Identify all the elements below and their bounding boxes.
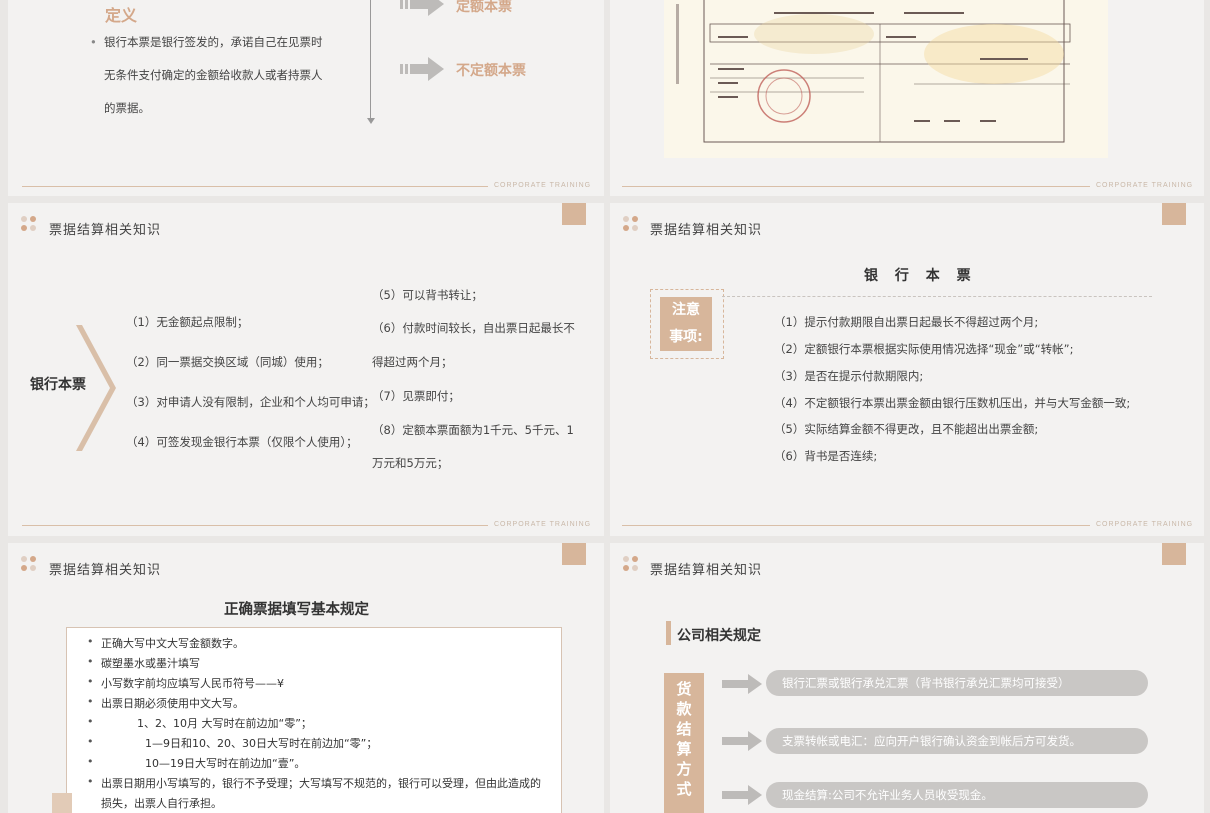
type-variable-amount: 不定额本票 (456, 63, 526, 79)
feature-item: （5）可以背书转让； (372, 288, 483, 302)
note-label-line: 注意 (672, 302, 700, 318)
section-header: 票据结算相关知识 (49, 563, 162, 578)
label-char: 结 (676, 720, 692, 738)
header-dots-icon (623, 556, 647, 576)
slide-bank-draft-features: 票据结算相关知识 银行本票 （1）无金额起点限制； （2）同一票据交换区域（同城… (8, 203, 604, 536)
rules-box: • 正确大写中文大写金额数字。 • 碳塑墨水或墨汁填写 • 小写数字前均应填写人民币符… (66, 627, 562, 813)
feature-item: （3）对申请人没有限制，企业和个人均可申请； (126, 395, 375, 409)
corner-square (1162, 203, 1186, 225)
timeline-line (370, 0, 371, 122)
definition-line: 银行本票是银行签发的，承诺自己在见票时 (104, 35, 323, 49)
footer-text: CORPORATE TRAINING (494, 182, 592, 189)
feature-item: 得超过两个月； (372, 355, 453, 369)
decorative-square (52, 793, 72, 813)
slide-title: 公司相关规定 (677, 628, 761, 644)
slide-definition: 定义 • 银行本票是银行签发的，承诺自己在见票时 无条件支付确定的金额给收款人或… (8, 0, 604, 196)
slide-bank-draft-notes: 票据结算相关知识 银 行 本 票 注意 事项: （1）提示付款期限自出票日起最长… (610, 203, 1204, 536)
slide-title: 正确票据填写基本规定 (224, 602, 369, 618)
note-item: （1）提示付款期限自出票日起最长不得超过两个月; (774, 315, 1039, 329)
arrow-right-icon (400, 57, 444, 81)
arrow-right-icon (722, 731, 762, 751)
footer-line (22, 525, 488, 526)
feature-item: （7）见票即付； (372, 389, 460, 403)
type-fixed-amount: 定额本票 (456, 0, 512, 15)
footer-line (22, 186, 488, 187)
payment-methods-label: 货 款 结 算 方 式 (664, 673, 704, 813)
bullet: • (90, 35, 97, 49)
footer-line (622, 525, 1090, 526)
note-item: （3）是否在提示付款期限内; (774, 369, 924, 383)
dashed-divider (722, 296, 1152, 297)
slide-cheque-image: CORPORATE TRAINING (610, 0, 1204, 196)
definition-text: • 银行本票是银行签发的，承诺自己在见票时 无条件支付确定的金额给收款人或者持票… (90, 26, 340, 125)
note-label-line: 事项: (669, 329, 703, 345)
header-dots-icon (21, 216, 45, 236)
feature-item: （2）同一票据交换区域（同城）使用； (126, 355, 329, 369)
section-header: 票据结算相关知识 (49, 223, 162, 238)
header-dots-icon (623, 216, 647, 236)
label-char: 款 (676, 700, 692, 718)
corner-square (562, 543, 586, 565)
slide-company-rules: 票据结算相关知识 公司相关规定 货 款 结 算 方 式 银行汇票或银行承兑汇票（… (610, 543, 1204, 813)
header-dots-icon (21, 556, 45, 576)
slide-filling-rules: 票据结算相关知识 正确票据填写基本规定 • 正确大写中文大写金额数字。 • 碳塑墨水… (8, 543, 604, 813)
section-header: 票据结算相关知识 (650, 563, 763, 578)
corner-square (562, 203, 586, 225)
timeline-arrow-icon (367, 118, 375, 124)
note-label: 注意 事项: (660, 297, 712, 351)
label-char: 式 (676, 780, 692, 798)
footer-text: CORPORATE TRAINING (494, 521, 592, 528)
feature-item: （1）无金额起点限制； (126, 315, 249, 329)
payment-rule-pill: 支票转帐或电汇：应向开户银行确认资金到帐后方可发货。 (766, 728, 1148, 754)
definition-line: 的票据。 (104, 101, 150, 115)
title-accent-bar (666, 621, 671, 645)
note-item: （2）定额银行本票根据实际使用情况选择“现金”或“转帐”; (774, 342, 1074, 356)
payment-rule-pill: 现金结算:公司不允许业务人员收受现金。 (766, 782, 1148, 808)
bank-draft-label: 银行本票 (30, 377, 86, 393)
feature-item: （4）可签发现金银行本票（仅限个人使用）； (126, 435, 358, 449)
label-char: 算 (676, 740, 692, 758)
feature-item: （6）付款时间较长，自出票日起最长不 (372, 321, 575, 335)
footer-text: CORPORATE TRAINING (1096, 182, 1194, 189)
footer-text: CORPORATE TRAINING (1096, 521, 1194, 528)
arrow-right-icon (400, 0, 444, 16)
label-char: 方 (676, 760, 692, 778)
feature-item: （8）定额本票面额为1千元、5千元、1 (372, 423, 574, 437)
payment-rule-pill: 银行汇票或银行承兑汇票（背书银行承兑汇票均可接受） (766, 670, 1148, 696)
bank-draft-image (664, 0, 1108, 158)
footer-line (622, 186, 1090, 187)
corner-square (1162, 543, 1186, 565)
note-item: （6）背书是否连续; (774, 449, 878, 463)
note-item: （5）实际结算金额不得更改，且不能超出出票金额; (774, 422, 1039, 436)
slide-title: 银 行 本 票 (864, 268, 977, 284)
arrow-right-icon (722, 785, 762, 805)
definition-title: 定义 (105, 6, 138, 25)
note-item: （4）不定额银行本票出票金额由银行压数机压出，并与大写金额一致; (774, 396, 1131, 410)
definition-line: 无条件支付确定的金额给收款人或者持票人 (104, 68, 323, 82)
label-char: 货 (676, 680, 692, 698)
section-header: 票据结算相关知识 (650, 223, 763, 238)
feature-item: 万元和5万元； (372, 456, 449, 470)
arrow-right-icon (722, 674, 762, 694)
